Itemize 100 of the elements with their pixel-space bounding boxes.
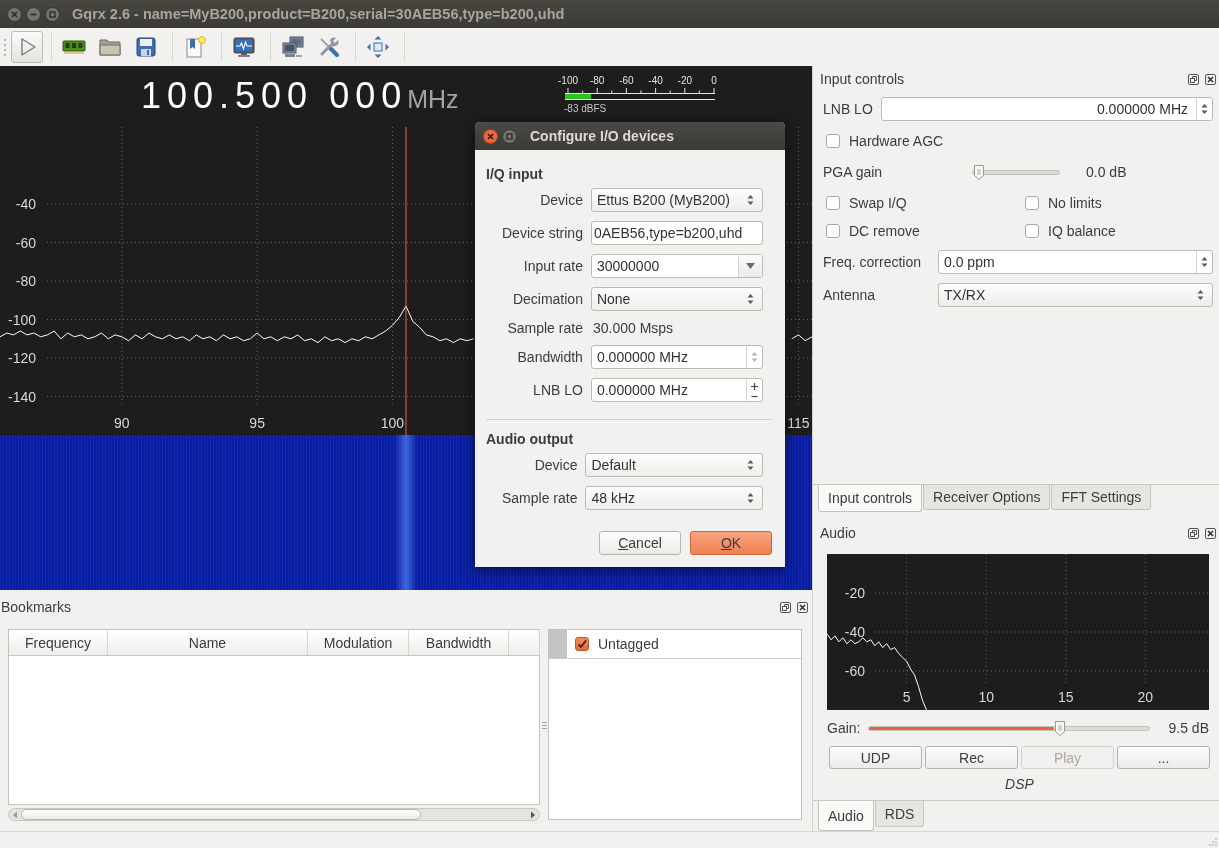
field-label: Bandwidth — [517, 349, 583, 365]
dock-title: Bookmarks — [1, 599, 72, 615]
slider-thumb[interactable] — [973, 163, 985, 180]
field-label: Device — [540, 192, 583, 208]
checkbox-label: IQ balance — [1048, 223, 1116, 239]
meter-tick-label: -80 — [589, 75, 605, 86]
dialog-title: Configure I/O devices — [530, 128, 674, 144]
updown-arrows-icon[interactable] — [747, 459, 754, 471]
axis-tick-label: -80 — [15, 273, 36, 289]
column-header[interactable]: Bandwidth — [409, 630, 509, 655]
dropdown[interactable]: None — [590, 287, 763, 311]
restore-icon[interactable] — [1188, 527, 1199, 539]
column-header[interactable]: Name — [108, 630, 308, 655]
field-label: LNB LO — [533, 382, 583, 398]
axis-tick-label: -140 — [7, 388, 36, 405]
checkbox[interactable] — [1025, 196, 1039, 210]
scrollbar-thumb[interactable] — [21, 809, 421, 820]
grip-icon[interactable] — [3, 37, 7, 57]
frequency-unit: MHz — [407, 87, 459, 112]
dropdown[interactable]: TX/RX — [938, 283, 1213, 307]
meter-tick-label: -40 — [648, 75, 663, 86]
axis-tick-label: 115 — [787, 415, 810, 431]
restore-icon[interactable] — [780, 601, 791, 613]
section-label: DSP — [1005, 775, 1034, 793]
updown-arrows-icon[interactable] — [747, 194, 754, 206]
close-icon[interactable] — [1205, 527, 1216, 539]
checkbox-label: Untagged — [598, 636, 659, 652]
checkbox[interactable] — [826, 134, 840, 148]
maximize-icon[interactable] — [45, 6, 60, 22]
slider-value: 9.5 dB — [1168, 720, 1209, 736]
spin-box[interactable]: 0.0 ppm — [938, 250, 1213, 274]
tab[interactable]: RDS — [874, 801, 925, 827]
meter-tick-label: -60 — [619, 75, 634, 86]
updown-arrows-icon[interactable] — [1201, 103, 1208, 115]
audio-button[interactable]: ... — [1117, 746, 1210, 769]
dropdown[interactable]: Default — [585, 453, 763, 477]
field-label: Freq. correction — [823, 254, 923, 270]
axis-tick-label: 90 — [114, 415, 130, 431]
readout-value: 30.000 Msps — [591, 321, 674, 335]
checkbox[interactable] — [1025, 224, 1039, 238]
checkbox[interactable] — [826, 196, 840, 210]
dialog-button[interactable]: Cancel — [599, 531, 681, 555]
text-field[interactable]: 0AEB56,type=b200,uhd — [590, 221, 763, 245]
computers-icon[interactable] — [281, 35, 305, 59]
meter-tick-label: -100 — [558, 75, 578, 86]
updown-arrows-icon[interactable] — [1197, 289, 1204, 301]
right-arrow-icon[interactable] — [530, 810, 536, 819]
field-label: Gain: — [827, 720, 861, 736]
editable-dropdown[interactable]: 30000000 — [590, 254, 763, 278]
bookmark-document-icon[interactable] — [183, 35, 207, 59]
column-header[interactable]: Frequency — [9, 630, 108, 655]
close-icon[interactable] — [1205, 73, 1216, 85]
updown-arrows-icon[interactable] — [747, 293, 754, 305]
tab[interactable]: Audio — [818, 801, 874, 831]
tab[interactable]: FFT Settings — [1051, 485, 1152, 510]
dock-title: Audio — [820, 525, 856, 541]
dropdown[interactable]: Ettus B200 (MyB200) — [590, 188, 763, 212]
checkbox-label: Hardware AGC — [849, 133, 944, 149]
spin-box[interactable]: 0.000000 MHz — [590, 378, 763, 402]
checkbox-label: DC remove — [849, 223, 920, 239]
horizontal-scrollbar[interactable] — [8, 808, 540, 821]
field-label: Sample rate — [507, 320, 583, 336]
checkbox[interactable] — [826, 224, 840, 238]
section-heading: Audio output — [486, 430, 574, 448]
axis-tick-label: -20 — [844, 585, 865, 601]
window-title: Gqrx 2.6 - name=MyB200,product=B200,serial=30AEB56,type=b200,uhd — [72, 6, 565, 22]
play-button[interactable] — [11, 31, 43, 63]
monitor-waveform-icon[interactable] — [232, 35, 256, 59]
save-icon[interactable] — [134, 35, 158, 59]
dialog-button[interactable]: OK — [690, 531, 772, 555]
splitter-grip-icon[interactable] — [542, 721, 547, 729]
audio-button[interactable]: UDP — [829, 746, 922, 769]
spin-box[interactable]: 0.000000 MHz — [881, 97, 1213, 121]
minimize-icon[interactable] — [26, 6, 41, 22]
plus-minus-icon[interactable] — [750, 382, 759, 398]
updown-arrows-icon[interactable] — [747, 492, 754, 504]
frequency-readout[interactable]: 100.500 000 — [141, 78, 408, 114]
field-label: Input rate — [523, 258, 583, 274]
checkbox[interactable] — [575, 637, 589, 651]
spin-box[interactable]: 0.000000 MHz — [590, 345, 763, 369]
level-meter-reading: -83 dBFS — [564, 103, 607, 115]
wrench-screwdriver-icon[interactable] — [317, 35, 341, 59]
tab[interactable]: Receiver Options — [923, 485, 1051, 510]
axis-tick-label: -40 — [844, 624, 865, 640]
fullscreen-arrows-icon[interactable] — [366, 35, 390, 59]
tab[interactable]: Input controls — [818, 485, 923, 512]
close-icon[interactable] — [797, 601, 808, 613]
close-icon[interactable] — [483, 128, 498, 144]
column-header[interactable]: Modulation — [308, 630, 409, 655]
updown-arrows-icon[interactable] — [1201, 256, 1208, 268]
axis-tick-label: -100 — [7, 311, 36, 328]
field-label: Antenna — [823, 287, 877, 303]
field-label: Sample rate — [502, 490, 578, 506]
slider-thumb[interactable] — [1053, 719, 1066, 736]
maximize-icon[interactable] — [502, 128, 517, 144]
restore-icon[interactable] — [1188, 73, 1199, 85]
resize-grip-icon[interactable] — [1207, 836, 1217, 846]
dropdown[interactable]: 48 kHz — [585, 486, 763, 510]
audio-button[interactable]: Rec — [925, 746, 1018, 769]
caret-icon[interactable] — [746, 263, 755, 269]
